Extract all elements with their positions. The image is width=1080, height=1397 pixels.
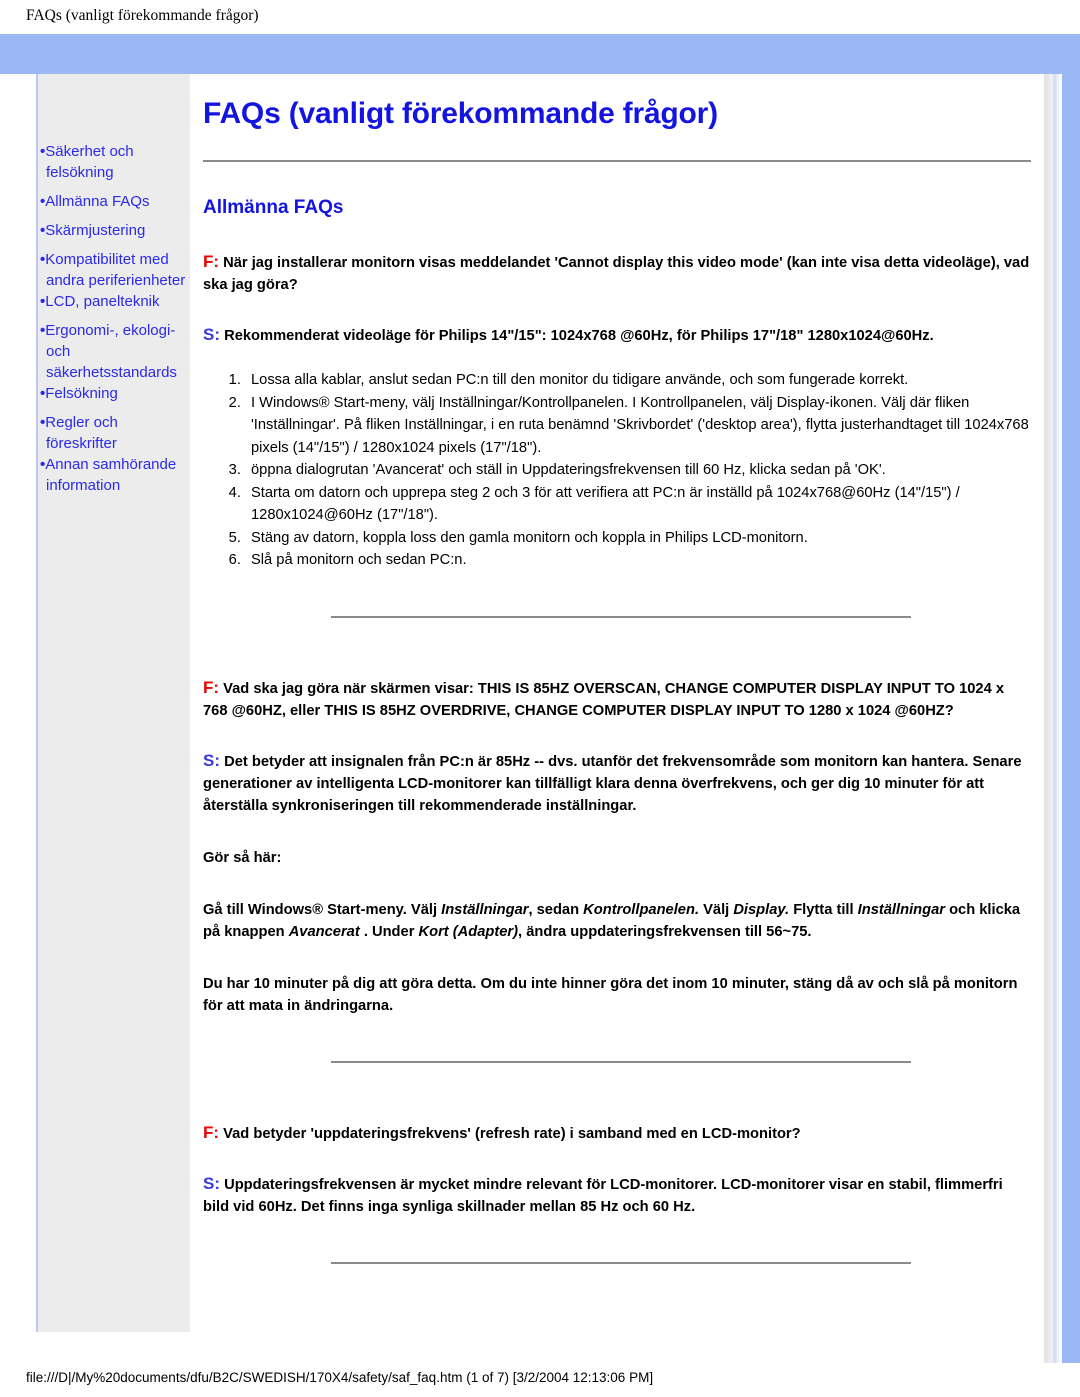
- browser-print-header: FAQs (vanligt förekommande frågor): [0, 0, 1080, 34]
- sidebar-item-safety-troubleshooting[interactable]: •Säkerhet och felsökning: [38, 141, 190, 183]
- divider-after-faq-3: [331, 1261, 911, 1265]
- sidebar-item-label: Regler och föreskrifter: [45, 414, 118, 452]
- page-title: FAQs (vanligt förekommande frågor): [203, 97, 718, 130]
- sidebar-item-general-faqs[interactable]: •Allmänna FAQs: [38, 191, 190, 212]
- faq-steps-list-1: Lossa alla kablar, anslut sedan PC:n til…: [203, 369, 1031, 572]
- faq-entry-1: F: När jag installerar monitorn visas me…: [203, 251, 1031, 572]
- list-item: Starta om datorn och upprepa steg 2 och …: [245, 482, 1031, 527]
- faq-question-3: F: Vad betyder 'uppdateringsfrekvens' (r…: [203, 1122, 1031, 1145]
- sidebar-item-label: Kompatibilitet med andra periferienheter: [45, 251, 186, 289]
- sidebar-item-regulatory[interactable]: •Regler och föreskrifter: [38, 412, 190, 454]
- question-marker: F:: [203, 1122, 220, 1142]
- howto-emphasis: Avancerat: [288, 923, 360, 940]
- list-item: Stäng av datorn, koppla loss den gamla m…: [245, 527, 1031, 550]
- faq-answer-3: S: Uppdateringsfrekvensen är mycket mind…: [203, 1173, 1031, 1218]
- howto-text: Välj: [699, 901, 734, 918]
- howto-emphasis: Kort (Adapter): [418, 923, 519, 940]
- page-frame: •Säkerhet och felsökning •Allmänna FAQs …: [0, 34, 1080, 1374]
- answer-marker: S:: [203, 750, 220, 770]
- faq-entry-3: F: Vad betyder 'uppdateringsfrekvens' (r…: [203, 1122, 1031, 1218]
- right-gutter: [1044, 74, 1062, 1374]
- sidebar-item-troubleshooting[interactable]: •Felsökning: [38, 383, 190, 404]
- howto-text: Flytta till: [789, 901, 858, 918]
- faq-answer-text: Rekommenderat videoläge för Philips 14"/…: [224, 328, 934, 344]
- sidebar-item-other-information[interactable]: •Annan samhörande information: [38, 454, 190, 496]
- howto-note: Du har 10 minuter på dig att göra detta.…: [203, 975, 1018, 1014]
- divider-under-title: [203, 160, 1031, 163]
- howto-label: Gör så här:: [203, 849, 282, 866]
- main-content: FAQs (vanligt förekommande frågor) Allmä…: [203, 74, 1031, 1374]
- howto-instructions: Gå till Windows® Start-meny. Välj Instäl…: [203, 899, 1031, 943]
- sidebar-navigation: •Säkerhet och felsökning •Allmänna FAQs …: [36, 74, 190, 1332]
- answer-marker: S:: [203, 1173, 220, 1193]
- faq-entry-2: F: Vad ska jag göra när skärmen visar: T…: [203, 677, 1031, 1017]
- howto-text: , ändra uppdateringsfrekvensen till 56~7…: [518, 923, 812, 940]
- list-item: I Windows® Start-meny, välj Inställninga…: [245, 392, 1031, 460]
- sidebar-item-label: Annan samhörande information: [45, 456, 177, 494]
- sidebar-item-label: LCD, panelteknik: [45, 293, 160, 310]
- howto-text: . Under: [359, 923, 419, 940]
- faq-question-1: F: När jag installerar monitorn visas me…: [203, 251, 1031, 296]
- faq-answer-text: Uppdateringsfrekvensen är mycket mindre …: [203, 1176, 1003, 1215]
- howto-emphasis: Inställningar: [857, 901, 945, 918]
- sidebar-list: •Säkerhet och felsökning •Allmänna FAQs …: [38, 141, 190, 496]
- faq-answer-2: S: Det betyder att insignalen från PC:n …: [203, 750, 1031, 817]
- faq-question-text: När jag installerar monitorn visas medde…: [203, 255, 1030, 293]
- faq-question-text: Vad betyder 'uppdateringsfrekvens' (refr…: [223, 1125, 801, 1142]
- howto-text: Gå till Windows® Start-meny. Välj: [203, 901, 442, 918]
- sidebar-item-label: Ergonomi-, ekologi- och säkerhetsstandar…: [45, 322, 177, 381]
- list-item: Slå på monitorn och sedan PC:n.: [245, 549, 1031, 572]
- howto-emphasis: Inställningar: [441, 901, 529, 918]
- faq-answer-1: S: Rekommenderat videoläge för Philips 1…: [203, 324, 1031, 347]
- list-item: öppna dialogrutan 'Avancerat' och ställ …: [245, 459, 1031, 482]
- section-title: Allmänna FAQs: [203, 197, 344, 218]
- howto-text: , sedan: [528, 901, 584, 918]
- faq-answer-text: Det betyder att insignalen från PC:n är …: [203, 753, 1022, 814]
- sidebar-item-label: Allmänna FAQs: [45, 193, 150, 210]
- sidebar-item-screen-adjustment[interactable]: •Skärmjustering: [38, 220, 190, 241]
- faq-question-2: F: Vad ska jag göra när skärmen visar: T…: [203, 677, 1031, 722]
- question-marker: F:: [203, 677, 220, 697]
- howto-emphasis: Kontrollpanelen.: [583, 901, 700, 918]
- howto-emphasis: Display.: [733, 901, 790, 918]
- sidebar-item-label: Felsökning: [45, 385, 118, 402]
- browser-status-footer: file:///D|/My%20documents/dfu/B2C/SWEDIS…: [0, 1363, 1080, 1397]
- question-marker: F:: [203, 252, 220, 271]
- sidebar-item-compatibility[interactable]: •Kompatibilitet med andra periferienhete…: [38, 249, 190, 291]
- answer-marker: S:: [203, 325, 220, 344]
- list-item: Lossa alla kablar, anslut sedan PC:n til…: [245, 369, 1031, 392]
- sidebar-item-label: Säkerhet och felsökning: [45, 143, 134, 181]
- faq-question-text: Vad ska jag göra när skärmen visar: THIS…: [203, 680, 1004, 719]
- sidebar-item-ergonomics-ecology[interactable]: •Ergonomi-, ekologi- och säkerhetsstanda…: [38, 320, 190, 383]
- sidebar-item-lcd-panel-technology[interactable]: •LCD, panelteknik: [38, 291, 190, 312]
- sidebar-item-label: Skärmjustering: [45, 222, 146, 239]
